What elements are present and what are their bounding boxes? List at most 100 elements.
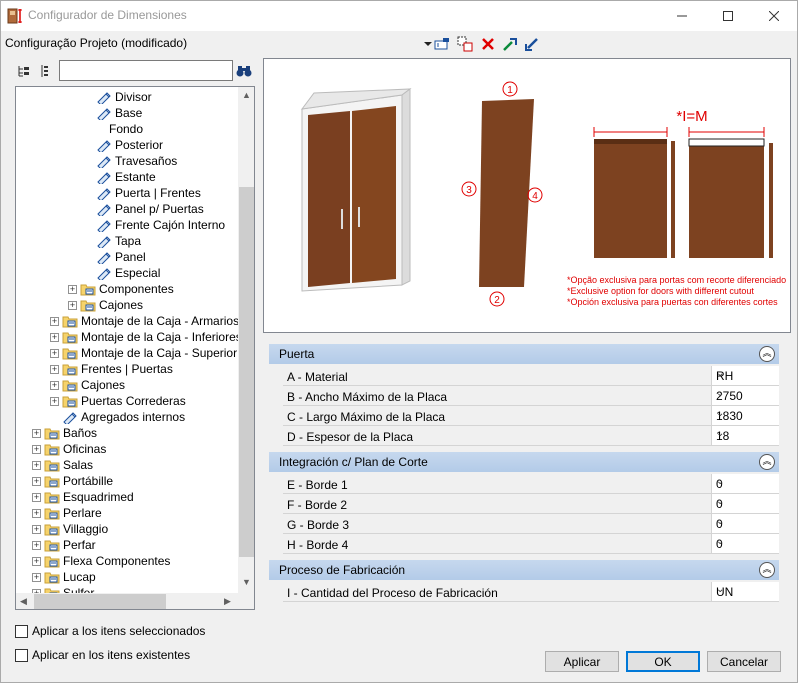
tree-vscroll-thumb[interactable] [239,187,254,557]
copy-dimension-button[interactable] [456,35,474,53]
collapse-chevron-icon[interactable]: ︽ [759,454,775,470]
arrow-export-icon [525,38,538,51]
expand-plus-icon[interactable]: + [68,284,77,294]
section-proceso[interactable]: Proceso de Fabricación ︽ [269,560,779,580]
expand-plus-icon[interactable]: + [50,396,59,406]
expand-plus-icon[interactable]: + [32,556,41,566]
tree-item[interactable]: + Cajones [68,297,143,313]
maximize-button[interactable] [705,1,751,31]
collapse-tree-button[interactable] [37,62,55,80]
tree-item[interactable]: Estante [96,169,156,185]
tree-item[interactable]: Fondo [106,121,143,137]
tree-hscroll-thumb[interactable] [34,594,166,609]
expand-plus-icon[interactable]: + [32,572,41,582]
search-button[interactable] [235,62,253,80]
folder-icon [44,460,60,472]
expand-plus-icon[interactable]: + [50,380,59,390]
property-row: A - Material RH ⌄ [283,366,779,386]
tree-item[interactable]: + Salas [32,457,93,473]
tree-item[interactable]: + Portábille [32,473,113,489]
tree-item[interactable]: Panel p/ Puertas [96,201,204,217]
edit-dimension-button[interactable] [433,35,451,53]
tree-item[interactable]: Frente Cajón Interno [96,217,225,233]
expand-plus-icon[interactable]: + [68,300,77,310]
tree-item[interactable]: + Esquadrimed [32,489,134,505]
tree-item[interactable]: + Flexa Componentes [32,553,170,569]
caret-down-icon [424,42,432,46]
tree-item[interactable]: + Montaje de la Caja - Superior [50,345,237,361]
expand-plus-icon[interactable]: + [32,428,41,438]
property-label: D - Espesor de la Placa [287,430,414,444]
delete-button[interactable] [479,35,497,53]
apply-existing-checkbox[interactable] [15,649,28,662]
ok-button[interactable]: OK [626,651,700,672]
expand-plus-icon[interactable]: + [32,460,41,470]
property-value-select[interactable]: 2750 ⌄ [711,386,779,405]
scroll-up-arrow-icon[interactable]: ▲ [242,90,251,100]
expand-plus-icon[interactable]: + [32,444,41,454]
folder-icon [44,428,60,440]
close-button[interactable] [751,1,797,31]
property-value-select[interactable]: 18 ⌄ [711,426,779,445]
expand-plus-icon[interactable]: + [32,524,41,534]
expand-plus-icon[interactable]: + [32,492,41,502]
folder-icon [62,348,78,360]
expand-plus-icon[interactable]: + [50,348,59,358]
tree-item[interactable]: + Baños [32,425,97,441]
tree-item[interactable]: Base [96,105,142,121]
tree-item[interactable]: + Villaggio [32,521,108,537]
apply-selected-checkbox[interactable] [15,625,28,638]
expand-plus-icon[interactable]: + [50,364,59,374]
tree-item-label: Montaje de la Caja - Armarios [81,314,240,328]
tree-item[interactable]: + Perfar [32,537,96,553]
collapse-chevron-icon[interactable]: ︽ [759,346,775,362]
scroll-right-arrow-icon[interactable]: ▶ [224,596,231,607]
property-row: B - Ancho Máximo de la Placa 2750 ⌄ [283,386,779,406]
tree-item[interactable]: + Montaje de la Caja - Inferiores [50,329,242,345]
property-value-select[interactable]: 0 ⌄ [711,514,779,533]
property-value-select[interactable]: UN ⌄ [711,582,779,601]
expand-plus-icon[interactable]: + [50,332,59,342]
expand-tree-button[interactable] [15,62,33,80]
expand-plus-icon[interactable]: + [50,316,59,326]
collapse-chevron-icon[interactable]: ︽ [759,562,775,578]
scroll-left-arrow-icon[interactable]: ◀ [20,596,27,607]
minimize-button[interactable] [659,1,705,31]
tree-item[interactable]: + Frentes | Puertas [50,361,173,377]
tree-item[interactable]: + Componentes [68,281,174,297]
tree-item[interactable]: + Perlare [32,505,102,521]
tree-item[interactable]: Especial [96,265,160,281]
tree-item[interactable]: Panel [96,249,146,265]
tree-item[interactable]: Posterior [96,137,163,153]
tree-horizontal-scrollbar[interactable]: ◀ ▶ [16,593,254,609]
tree-vertical-scrollbar[interactable]: ▲ ▼ [238,87,254,593]
tree-item[interactable]: + Puertas Correderas [50,393,186,409]
expand-plus-icon[interactable]: + [32,508,41,518]
property-value-select[interactable]: 0 ⌄ [711,494,779,513]
section-puerta[interactable]: Puerta ︽ [269,344,779,364]
tree-item[interactable]: Divisor [96,89,152,105]
import-button[interactable] [501,35,519,53]
expand-plus-icon[interactable]: + [32,540,41,550]
tree-item[interactable]: Tapa [96,233,141,249]
property-label: A - Material [287,370,348,384]
property-value-select[interactable]: 0 ⌄ [711,474,779,493]
tree-item[interactable]: + Cajones [50,377,125,393]
tree-item[interactable]: + Montaje de la Caja - Armarios [50,313,239,329]
export-button[interactable] [523,35,541,53]
scroll-down-arrow-icon[interactable]: ▼ [242,577,251,587]
expand-plus-icon[interactable]: + [32,476,41,486]
cancel-button[interactable]: Cancelar [707,651,781,672]
apply-button[interactable]: Aplicar [545,651,619,672]
tree-item[interactable]: + Lucap [32,569,96,585]
property-value-select[interactable]: 1830 ⌄ [711,406,779,425]
section-integracion[interactable]: Integración c/ Plan de Corte ︽ [269,452,779,472]
tree-item[interactable]: Travesaños [96,153,177,169]
property-value-select[interactable]: RH ⌄ [711,366,779,385]
tree-search-input[interactable] [59,60,233,81]
tree-item[interactable]: Puerta | Frentes [96,185,201,201]
property-value-select[interactable]: 0 ⌄ [711,534,779,553]
tree-item[interactable]: + Oficinas [32,441,106,457]
tree-item[interactable]: Agregados internos [62,409,185,425]
chevron-down-icon: ⌄ [716,536,725,547]
